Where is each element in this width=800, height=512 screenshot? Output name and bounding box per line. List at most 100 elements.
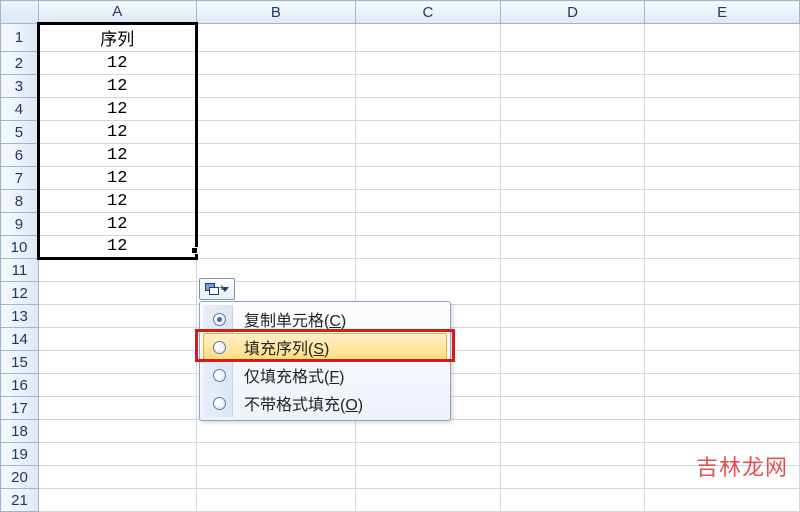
cell-A4[interactable]: 12 — [38, 98, 196, 121]
cell-D16[interactable] — [500, 374, 645, 397]
cell-E6[interactable] — [645, 144, 800, 167]
cell-D12[interactable] — [500, 282, 645, 305]
cell-A1[interactable]: 序列 — [38, 24, 196, 52]
cell-E11[interactable] — [645, 259, 800, 282]
row-header-10[interactable]: 10 — [1, 236, 39, 259]
cell-E21[interactable] — [645, 489, 800, 512]
cell-C5[interactable] — [356, 121, 501, 144]
cell-D5[interactable] — [500, 121, 645, 144]
cell-C1[interactable] — [356, 24, 501, 52]
autofill-menu-item-2[interactable]: 仅填充格式(F) — [203, 361, 447, 389]
cell-A10[interactable]: 12 — [38, 236, 196, 259]
cell-C18[interactable] — [356, 420, 501, 443]
cell-A5[interactable]: 12 — [38, 121, 196, 144]
row-header-2[interactable]: 2 — [1, 52, 39, 75]
cell-A19[interactable] — [38, 443, 196, 466]
fill-handle[interactable] — [191, 247, 198, 254]
cell-A8[interactable]: 12 — [38, 190, 196, 213]
cell-E7[interactable] — [645, 167, 800, 190]
cell-B5[interactable] — [196, 121, 356, 144]
cell-A18[interactable] — [38, 420, 196, 443]
cell-B21[interactable] — [196, 489, 356, 512]
cell-B2[interactable] — [196, 52, 356, 75]
row-header-19[interactable]: 19 — [1, 443, 39, 466]
cell-A15[interactable] — [38, 351, 196, 374]
cell-E15[interactable] — [645, 351, 800, 374]
cell-C2[interactable] — [356, 52, 501, 75]
row-header-21[interactable]: 21 — [1, 489, 39, 512]
cell-C6[interactable] — [356, 144, 501, 167]
cell-B18[interactable] — [196, 420, 356, 443]
col-header-D[interactable]: D — [500, 1, 645, 24]
col-header-A[interactable]: A — [38, 1, 196, 24]
col-header-B[interactable]: B — [196, 1, 356, 24]
row-header-5[interactable]: 5 — [1, 121, 39, 144]
select-all-corner[interactable] — [1, 1, 39, 24]
cell-B6[interactable] — [196, 144, 356, 167]
row-header-3[interactable]: 3 — [1, 75, 39, 98]
autofill-menu-item-3[interactable]: 不带格式填充(O) — [203, 389, 447, 417]
cell-A12[interactable] — [38, 282, 196, 305]
cell-D21[interactable] — [500, 489, 645, 512]
cell-A3[interactable]: 12 — [38, 75, 196, 98]
autofill-options-button[interactable]: + — [199, 278, 235, 300]
row-header-14[interactable]: 14 — [1, 328, 39, 351]
cell-A16[interactable] — [38, 374, 196, 397]
cell-C11[interactable] — [356, 259, 501, 282]
row-header-20[interactable]: 20 — [1, 466, 39, 489]
cell-E8[interactable] — [645, 190, 800, 213]
cell-D11[interactable] — [500, 259, 645, 282]
cell-B19[interactable] — [196, 443, 356, 466]
cell-D3[interactable] — [500, 75, 645, 98]
cell-D6[interactable] — [500, 144, 645, 167]
cell-D8[interactable] — [500, 190, 645, 213]
cell-A9[interactable]: 12 — [38, 213, 196, 236]
row-header-11[interactable]: 11 — [1, 259, 39, 282]
cell-E10[interactable] — [645, 236, 800, 259]
cell-D18[interactable] — [500, 420, 645, 443]
row-header-12[interactable]: 12 — [1, 282, 39, 305]
row-header-16[interactable]: 16 — [1, 374, 39, 397]
cell-E16[interactable] — [645, 374, 800, 397]
cell-C10[interactable] — [356, 236, 501, 259]
cell-D4[interactable] — [500, 98, 645, 121]
cell-A13[interactable] — [38, 305, 196, 328]
cell-B8[interactable] — [196, 190, 356, 213]
cell-C19[interactable] — [356, 443, 501, 466]
cell-D7[interactable] — [500, 167, 645, 190]
row-header-18[interactable]: 18 — [1, 420, 39, 443]
cell-E9[interactable] — [645, 213, 800, 236]
cell-D15[interactable] — [500, 351, 645, 374]
row-header-1[interactable]: 1 — [1, 24, 39, 52]
cell-A11[interactable] — [38, 259, 196, 282]
cell-B3[interactable] — [196, 75, 356, 98]
cell-A17[interactable] — [38, 397, 196, 420]
cell-E12[interactable] — [645, 282, 800, 305]
row-header-8[interactable]: 8 — [1, 190, 39, 213]
cell-B10[interactable] — [196, 236, 356, 259]
row-header-17[interactable]: 17 — [1, 397, 39, 420]
cell-D13[interactable] — [500, 305, 645, 328]
cell-D9[interactable] — [500, 213, 645, 236]
cell-B1[interactable] — [196, 24, 356, 52]
cell-A21[interactable] — [38, 489, 196, 512]
cell-E2[interactable] — [645, 52, 800, 75]
cell-C8[interactable] — [356, 190, 501, 213]
spreadsheet-grid[interactable]: A B C D E 1序列212312412512612712812912101… — [0, 0, 800, 512]
cell-B9[interactable] — [196, 213, 356, 236]
row-header-13[interactable]: 13 — [1, 305, 39, 328]
row-header-4[interactable]: 4 — [1, 98, 39, 121]
cell-C3[interactable] — [356, 75, 501, 98]
cell-E13[interactable] — [645, 305, 800, 328]
cell-D17[interactable] — [500, 397, 645, 420]
cell-B4[interactable] — [196, 98, 356, 121]
cell-A2[interactable]: 12 — [38, 52, 196, 75]
cell-E5[interactable] — [645, 121, 800, 144]
cell-B20[interactable] — [196, 466, 356, 489]
cell-C4[interactable] — [356, 98, 501, 121]
cell-A6[interactable]: 12 — [38, 144, 196, 167]
cell-E17[interactable] — [645, 397, 800, 420]
cell-E14[interactable] — [645, 328, 800, 351]
col-header-C[interactable]: C — [356, 1, 501, 24]
cell-E4[interactable] — [645, 98, 800, 121]
